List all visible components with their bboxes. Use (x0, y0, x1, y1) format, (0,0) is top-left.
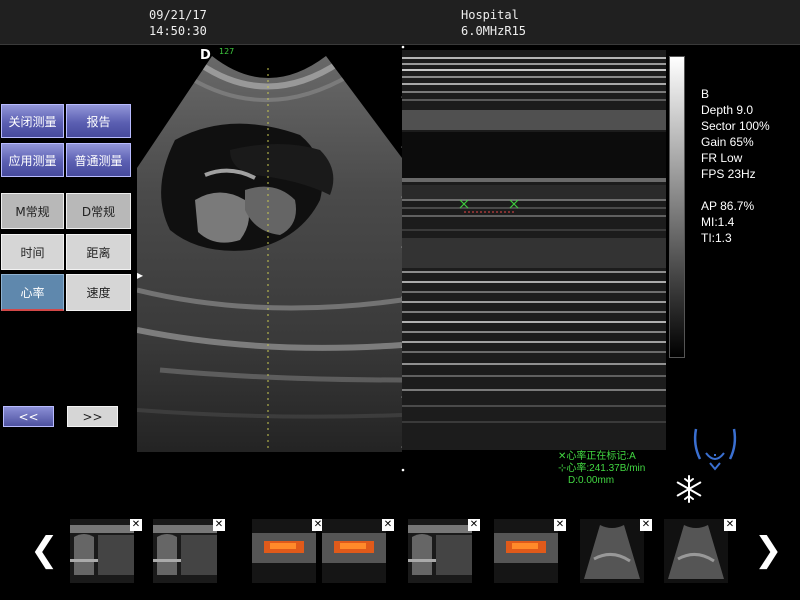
thumbnail-6[interactable] (494, 519, 558, 583)
thumbnail-prev-arrow[interactable]: ❮ (30, 530, 59, 570)
grayscale-bar (669, 56, 685, 358)
imaging-parameters: B Depth 9.0 Sector 100% Gain 65% FR Low … (701, 86, 770, 246)
heart-rate-value: ⊹心率:241.37B/min (558, 463, 646, 474)
distance-value: D:0.00mm (568, 475, 615, 486)
thumbnail-next-arrow[interactable]: ❯ (754, 530, 783, 570)
sector-value: Sector 100% (701, 119, 770, 133)
direction-marker: D (200, 48, 211, 63)
thumbnail-close-icon[interactable]: ✕ (130, 519, 142, 531)
thumbnail-8[interactable] (664, 519, 728, 583)
heart-rate-readout: ✕心率正在标记:A ⊹心率:241.37B/min D:0.00mm (558, 451, 645, 487)
gain-value: Gain 65% (701, 135, 754, 149)
thumbnail-7[interactable] (580, 519, 644, 583)
thumbnail-3[interactable] (252, 519, 316, 583)
frame-rate-value: FR Low (701, 151, 743, 165)
thumbnail-close-icon[interactable]: ✕ (213, 519, 225, 531)
thumbnail-1[interactable] (70, 519, 134, 583)
ap-value: AP 86.7% (701, 199, 755, 213)
thumbnail-2[interactable] (153, 519, 217, 583)
focus-arrow-icon: ▸ (137, 268, 144, 282)
body-mark-icon[interactable] (690, 425, 740, 475)
thumbnail-5[interactable] (408, 519, 472, 583)
thumbnail-close-icon[interactable]: ✕ (640, 519, 652, 531)
thumbnail-4[interactable] (322, 519, 386, 583)
depth-value: Depth 9.0 (701, 103, 754, 117)
mode-label: B (701, 87, 710, 101)
thumbnail-close-icon[interactable]: ✕ (724, 519, 736, 531)
thumbnail-close-icon[interactable]: ✕ (468, 519, 480, 531)
freeze-snowflake-icon[interactable] (674, 474, 704, 504)
ti-value: TI:1.3 (701, 231, 732, 245)
depth-marker: 127 (219, 47, 235, 56)
marker-status: ✕心率正在标记:A (558, 451, 636, 462)
thumbnail-close-icon[interactable]: ✕ (554, 519, 566, 531)
mi-value: MI:1.4 (701, 215, 735, 229)
fps-value: FPS 23Hz (701, 167, 756, 181)
m-mode-trace[interactable] (402, 50, 666, 450)
thumbnail-close-icon[interactable]: ✕ (382, 519, 394, 531)
